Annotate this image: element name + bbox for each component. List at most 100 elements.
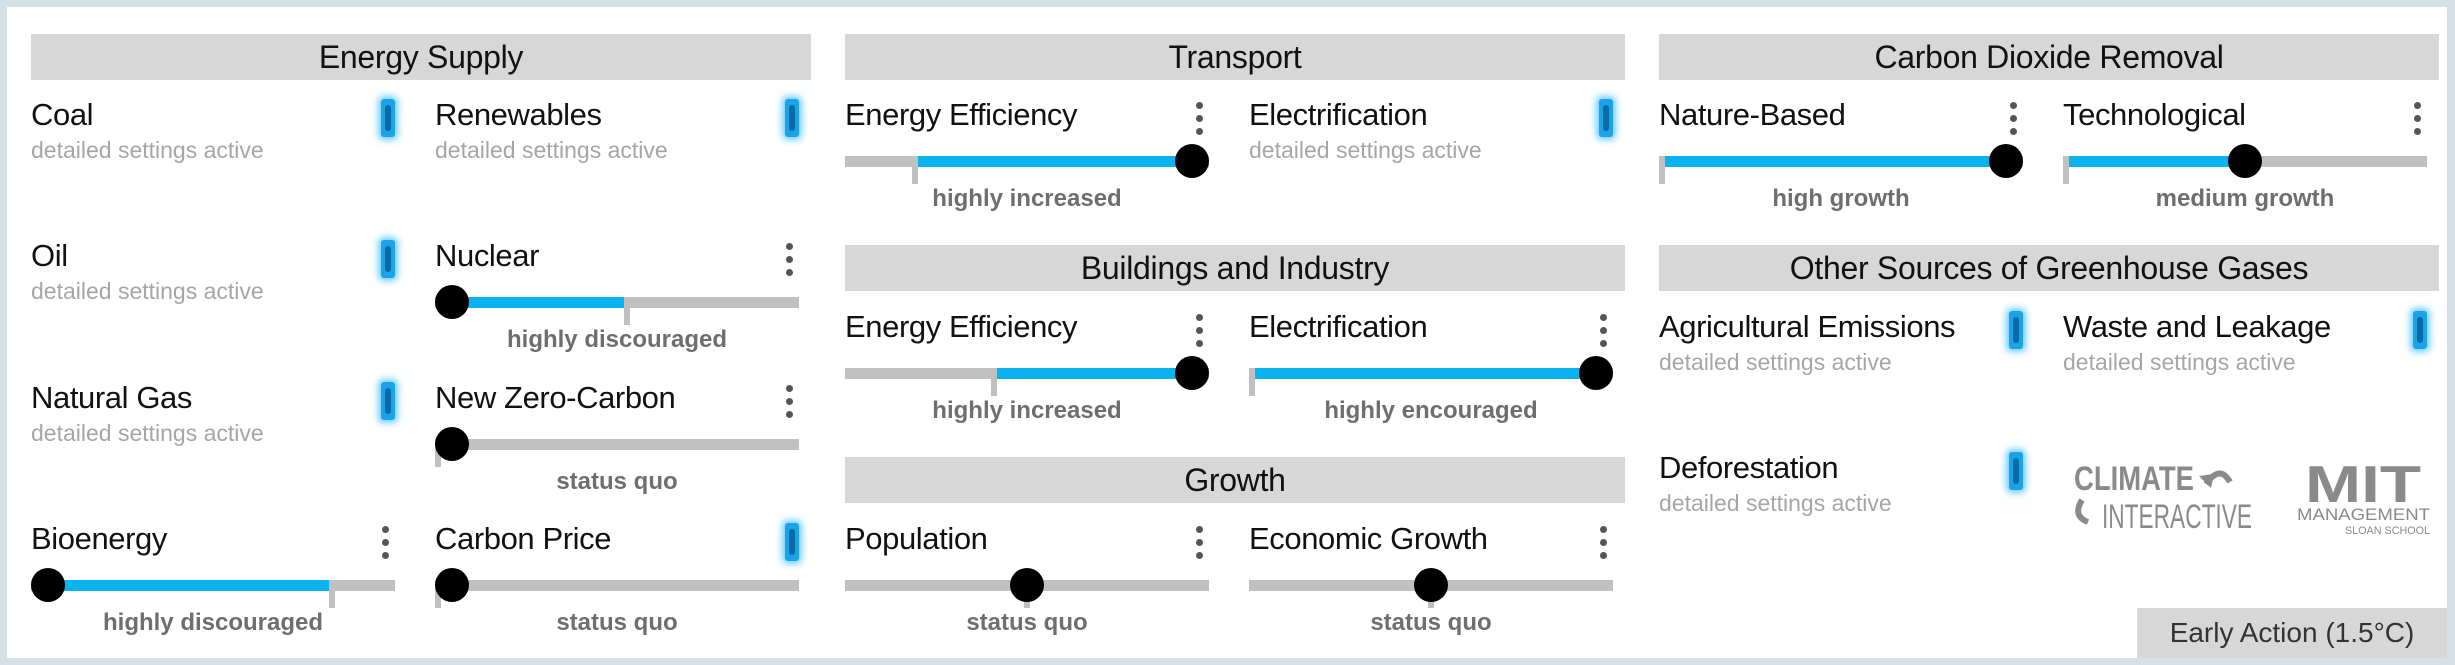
detailed-settings-icon[interactable] xyxy=(2009,452,2023,490)
section-header-cdr: Carbon Dioxide Removal xyxy=(1659,34,2439,80)
control-label: Electrification xyxy=(1249,309,1428,344)
control-label: Natural Gas xyxy=(31,380,192,415)
slider-knob[interactable] xyxy=(2228,144,2262,178)
more-options-icon[interactable] xyxy=(2407,99,2427,137)
slider-fill xyxy=(452,297,627,308)
detailed-settings-icon[interactable] xyxy=(2009,311,2023,349)
slider-status: status quo xyxy=(966,609,1088,636)
slider-knob[interactable] xyxy=(1010,568,1044,602)
slider[interactable] xyxy=(1249,565,1613,608)
slider-knob[interactable] xyxy=(1175,144,1209,178)
detail-status: detailed settings active xyxy=(31,278,264,304)
slider[interactable] xyxy=(31,565,395,608)
svg-text:CLIMATE: CLIMATE xyxy=(2074,460,2194,498)
more-options-icon[interactable] xyxy=(1189,523,1209,561)
section-header-growth: Growth xyxy=(845,457,1625,503)
more-options-icon[interactable] xyxy=(375,523,395,561)
more-options-icon[interactable] xyxy=(2003,99,2023,137)
control-waste: Waste and Leakage detailed settings acti… xyxy=(2063,309,2427,429)
more-options-icon[interactable] xyxy=(779,382,799,420)
control-bi-efficiency: Energy Efficiency highly increased xyxy=(845,309,1209,429)
control-economic-growth: Economic Growth status quo xyxy=(1249,521,1613,641)
control-technological: Technological medium growth xyxy=(2063,97,2427,217)
section-header-energy-supply: Energy Supply xyxy=(31,34,811,80)
control-deforestation: Deforestation detailed settings active xyxy=(1659,450,2023,570)
slider-knob[interactable] xyxy=(1414,568,1448,602)
control-label: Nature-Based xyxy=(1659,97,1846,132)
control-label: Electrification xyxy=(1249,97,1428,132)
slider-baseline-tick xyxy=(911,156,918,184)
svg-text:MANAGEMENT: MANAGEMENT xyxy=(2297,505,2430,524)
section-header-transport: Transport xyxy=(845,34,1625,80)
detailed-settings-icon[interactable] xyxy=(381,99,395,137)
slider-knob[interactable] xyxy=(435,568,469,602)
control-label: Renewables xyxy=(435,97,602,132)
more-options-icon[interactable] xyxy=(1593,523,1613,561)
control-transport-efficiency: Energy Efficiency highly increased xyxy=(845,97,1209,217)
slider-knob[interactable] xyxy=(1989,144,2023,178)
control-bi-electrification: Electrification highly encouraged xyxy=(1249,309,1613,429)
more-options-icon[interactable] xyxy=(1189,99,1209,137)
detailed-settings-icon[interactable] xyxy=(381,240,395,278)
slider-fill xyxy=(994,368,1192,379)
slider-status: status quo xyxy=(556,468,678,495)
control-nature-based: Nature-Based high growth xyxy=(1659,97,2023,217)
slider-status: highly discouraged xyxy=(506,326,728,353)
slider[interactable] xyxy=(435,565,799,608)
slider-fill xyxy=(914,156,1192,167)
slider[interactable] xyxy=(845,353,1209,396)
slider-baseline-tick xyxy=(328,580,335,608)
slider-knob[interactable] xyxy=(435,427,469,461)
slider[interactable] xyxy=(1249,353,1613,396)
more-options-icon[interactable] xyxy=(779,240,799,278)
slider-status: highly increased xyxy=(932,397,1122,424)
slider-fill xyxy=(1659,156,2006,167)
slider-baseline-tick xyxy=(991,368,997,396)
slider-knob[interactable] xyxy=(1175,356,1209,390)
more-options-icon[interactable] xyxy=(1189,311,1209,349)
slider[interactable] xyxy=(2063,141,2427,184)
control-agricultural: Agricultural Emissions detailed settings… xyxy=(1659,309,2023,429)
detailed-settings-icon[interactable] xyxy=(2413,311,2427,349)
control-label: Agricultural Emissions xyxy=(1659,309,1956,344)
slider-track[interactable] xyxy=(435,580,799,591)
detail-status: detailed settings active xyxy=(2063,349,2296,375)
slider-fill xyxy=(2063,156,2245,167)
control-natural-gas: Natural Gas detailed settings active xyxy=(31,380,395,500)
svg-text:SLOAN SCHOOL: SLOAN SCHOOL xyxy=(2345,525,2430,536)
slider[interactable] xyxy=(435,424,799,467)
control-bioenergy: Bioenergy highly discouraged xyxy=(31,521,395,641)
svg-text:INTERACTIVE: INTERACTIVE xyxy=(2102,498,2252,536)
detailed-settings-icon[interactable] xyxy=(381,382,395,420)
slider-knob[interactable] xyxy=(435,285,469,319)
detail-status: detailed settings active xyxy=(31,420,264,446)
control-label: Technological xyxy=(2063,97,2246,132)
detailed-settings-icon[interactable] xyxy=(1599,99,1613,137)
scenario-label[interactable]: Early Action (1.5°C) xyxy=(2137,608,2447,658)
slider-knob[interactable] xyxy=(1579,356,1613,390)
slider[interactable] xyxy=(845,565,1209,608)
slider-status: medium growth xyxy=(2155,185,2335,212)
slider[interactable] xyxy=(1659,141,2023,184)
detailed-settings-icon[interactable] xyxy=(785,99,799,137)
slider[interactable] xyxy=(435,282,799,325)
slider-fill xyxy=(1249,368,1596,379)
control-label: Nuclear xyxy=(435,238,540,273)
control-label: Waste and Leakage xyxy=(2063,309,2331,344)
control-coal: Coal detailed settings active xyxy=(31,97,395,217)
detailed-settings-icon[interactable] xyxy=(785,523,799,561)
slider-track[interactable] xyxy=(435,439,799,450)
control-label: Carbon Price xyxy=(435,521,612,556)
section-header-buildings: Buildings and Industry xyxy=(845,245,1625,291)
control-label: Population xyxy=(845,521,988,556)
control-renewables: Renewables detailed settings active xyxy=(435,97,799,217)
slider-fill xyxy=(48,580,332,591)
slider-status: highly encouraged xyxy=(1324,397,1538,424)
slider-baseline-tick xyxy=(2063,156,2069,184)
slider-baseline-tick xyxy=(1659,156,1665,184)
control-label: Economic Growth xyxy=(1249,521,1488,556)
slider-status: status quo xyxy=(556,609,678,636)
more-options-icon[interactable] xyxy=(1593,311,1613,349)
slider[interactable] xyxy=(845,141,1209,184)
slider-knob[interactable] xyxy=(31,568,65,602)
